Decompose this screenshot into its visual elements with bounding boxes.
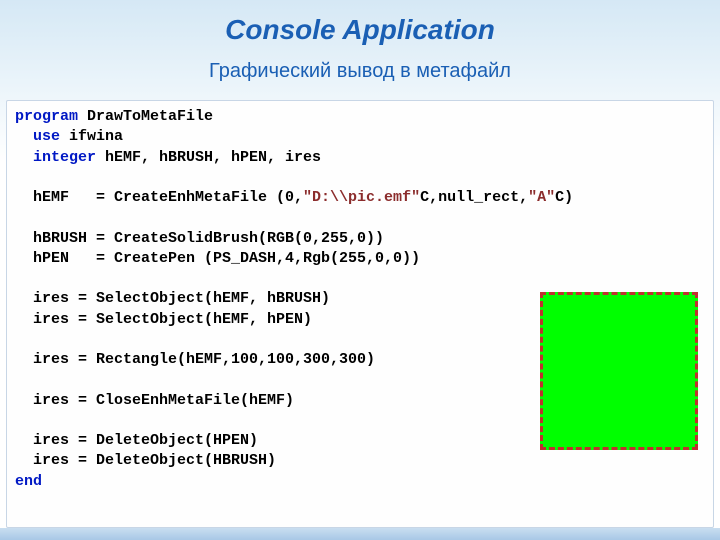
footer-bar — [0, 528, 720, 540]
slide-title: Console Application — [0, 0, 720, 46]
code-text: ifwina — [60, 128, 123, 145]
string-literal: "A" — [528, 189, 555, 206]
code-text: DrawToMetaFile — [78, 108, 213, 125]
code-text: ires = SelectObject(hEMF, hBRUSH) — [15, 290, 330, 307]
keyword-integer: integer — [15, 149, 96, 166]
code-text: hPEN = CreatePen (PS_DASH,4,Rgb(255,0,0)… — [15, 250, 420, 267]
code-text: ires = CloseEnhMetaFile(hEMF) — [15, 392, 294, 409]
code-text: ires = Rectangle(hEMF,100,100,300,300) — [15, 351, 375, 368]
string-literal: "D:\\pic.emf" — [303, 189, 420, 206]
code-text: ires = DeleteObject(HPEN) — [15, 432, 258, 449]
keyword-use: use — [15, 128, 60, 145]
keyword-end: end — [15, 473, 42, 490]
code-text: ires = SelectObject(hEMF, hPEN) — [15, 311, 312, 328]
code-text: hEMF = CreateEnhMetaFile (0, — [15, 189, 303, 206]
code-text: hBRUSH = CreateSolidBrush(RGB(0,255,0)) — [15, 230, 384, 247]
rectangle-graphic — [540, 292, 698, 450]
code-text: ires = DeleteObject(HBRUSH) — [15, 452, 276, 469]
slide-subtitle: Графический вывод в метафайл — [0, 60, 720, 83]
code-text: C,null_rect, — [420, 189, 528, 206]
code-text: hEMF, hBRUSH, hPEN, ires — [96, 149, 321, 166]
code-text: C) — [555, 189, 573, 206]
keyword-program: program — [15, 108, 78, 125]
